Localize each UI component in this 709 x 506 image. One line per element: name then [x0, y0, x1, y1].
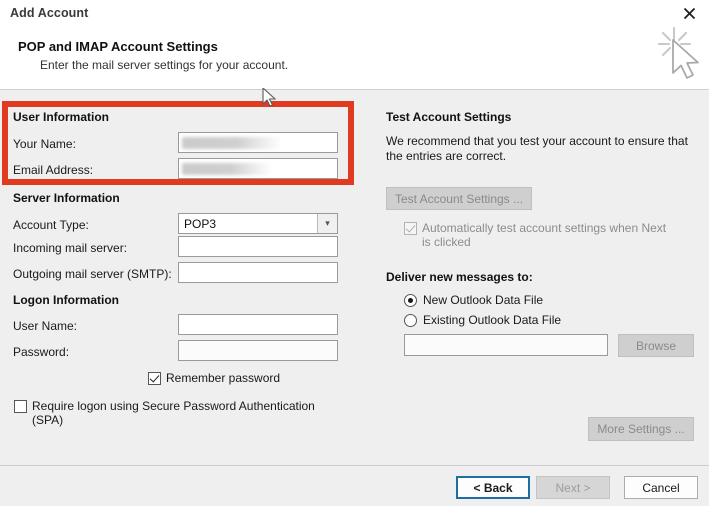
require-spa-checkbox[interactable]: Require logon using Secure Password Auth…	[14, 399, 344, 427]
label-password: Password:	[13, 345, 70, 359]
password-input[interactable]	[178, 340, 338, 361]
incoming-mail-server-input[interactable]	[178, 236, 338, 257]
require-spa-label-line2: (SPA)	[32, 413, 64, 427]
dialog-header: POP and IMAP Account Settings Enter the …	[0, 28, 709, 90]
radio-new-outlook-data-file[interactable]: New Outlook Data File	[404, 293, 543, 307]
window-title: Add Account	[10, 6, 89, 20]
require-spa-label-wrap: Require logon using Secure Password Auth…	[32, 399, 315, 427]
your-name-input[interactable]	[178, 132, 338, 153]
outgoing-mail-server-input[interactable]	[178, 262, 338, 283]
account-type-select[interactable]: POP3 ▾	[178, 213, 338, 234]
radio-icon	[404, 294, 417, 307]
chevron-down-icon[interactable]: ▾	[317, 214, 337, 233]
test-account-description-line2: the entries are correct.	[386, 149, 507, 163]
redacted-value	[182, 163, 272, 175]
radio-icon	[404, 314, 417, 327]
label-account-type: Account Type:	[13, 218, 89, 232]
page-title: POP and IMAP Account Settings	[18, 39, 218, 54]
page-subtitle: Enter the mail server settings for your …	[40, 58, 289, 72]
checkbox-icon	[404, 222, 417, 235]
test-account-settings-button[interactable]: Test Account Settings ...	[386, 187, 532, 210]
auto-test-label-wrap: Automatically test account settings when…	[422, 221, 666, 249]
auto-test-settings-checkbox[interactable]: Automatically test account settings when…	[404, 221, 694, 249]
checkbox-icon	[14, 400, 27, 413]
title-bar: Add Account	[0, 0, 709, 28]
cancel-button[interactable]: Cancel	[624, 476, 698, 499]
auto-test-label-line1: Automatically test account settings when…	[422, 221, 667, 235]
radio-existing-outlook-data-file[interactable]: Existing Outlook Data File	[404, 313, 561, 327]
dialog-footer: < Back Next > Cancel	[0, 465, 709, 506]
group-test-account-settings: Test Account Settings	[386, 110, 512, 124]
next-button[interactable]: Next >	[536, 476, 610, 499]
dialog-body: User Information Your Name: Email Addres…	[0, 90, 709, 465]
label-your-name: Your Name:	[13, 137, 76, 151]
group-server-information: Server Information	[13, 191, 120, 205]
group-user-information: User Information	[13, 110, 110, 124]
test-account-description-line1: We recommend that you test your account …	[386, 134, 688, 148]
label-incoming-mail-server: Incoming mail server:	[13, 241, 128, 255]
radio-new-outlook-data-file-label: New Outlook Data File	[423, 293, 544, 307]
label-email-address: Email Address:	[13, 163, 94, 177]
more-settings-button[interactable]: More Settings ...	[588, 417, 694, 441]
user-name-input[interactable]	[178, 314, 338, 335]
remember-password-checkbox[interactable]: Remember password	[148, 371, 280, 385]
auto-test-label-line2: is clicked	[422, 235, 471, 249]
account-type-value: POP3	[184, 216, 217, 231]
radio-existing-outlook-data-file-label: Existing Outlook Data File	[423, 313, 562, 327]
add-account-dialog: Add Account POP and IMAP Account Setting…	[0, 0, 709, 506]
existing-data-file-path-input[interactable]	[404, 334, 608, 356]
group-deliver-new-messages: Deliver new messages to:	[386, 270, 533, 284]
group-logon-information: Logon Information	[13, 293, 119, 307]
require-spa-label-line1: Require logon using Secure Password Auth…	[32, 399, 315, 413]
label-outgoing-mail-server: Outgoing mail server (SMTP):	[13, 267, 172, 281]
browse-button[interactable]: Browse	[618, 334, 694, 357]
back-button[interactable]: < Back	[456, 476, 530, 499]
redacted-value	[182, 137, 282, 149]
checkbox-icon	[148, 372, 161, 385]
label-user-name: User Name:	[13, 319, 78, 333]
email-address-input[interactable]	[178, 158, 338, 179]
remember-password-label: Remember password	[166, 371, 281, 385]
close-icon[interactable]	[677, 2, 701, 24]
